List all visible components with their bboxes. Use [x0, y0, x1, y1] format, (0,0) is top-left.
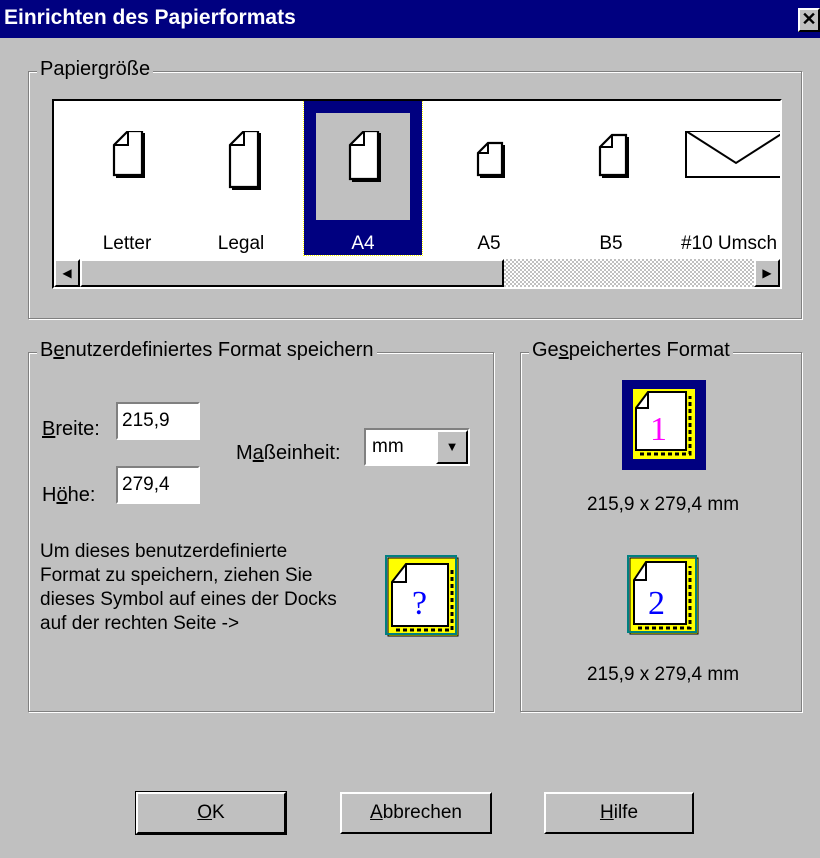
window-title: Einrichten des Papierformats — [4, 6, 296, 29]
page-icon — [112, 131, 145, 178]
paper-size-list[interactable]: Letter Legal A4 A5 B5 #10 Umsch ◀ ▶ — [52, 99, 782, 289]
scroll-left-button[interactable]: ◀ — [54, 259, 80, 287]
format-slot-1-icon: 1 — [633, 389, 695, 459]
arrow-right-icon: ▶ — [762, 266, 772, 280]
slot-number: 1 — [650, 411, 667, 448]
instruction-line: Format zu speichern, ziehen Sie — [40, 565, 313, 586]
instruction-line: dieses Symbol auf eines der Docks — [40, 589, 337, 610]
unit-dropdown-button[interactable]: ▼ — [436, 430, 468, 464]
chevron-down-icon: ▼ — [445, 439, 459, 454]
page-icon — [598, 133, 629, 178]
horizontal-scrollbar[interactable]: ◀ ▶ — [54, 259, 780, 287]
title-bar[interactable]: Einrichten des Papierformats ✕ — [0, 0, 820, 38]
paper-item-label: Legal — [217, 233, 265, 254]
saved-format-slot-1[interactable]: 1 — [622, 380, 706, 470]
paper-item-legal[interactable]: Legal — [182, 101, 300, 259]
paper-item-envelope[interactable]: #10 Umsch — [670, 101, 780, 259]
width-field[interactable]: 215,9 — [116, 402, 200, 440]
custom-format-group: Benutzerdefiniertes Format speichern — [28, 339, 494, 712]
paper-item-letter[interactable]: Letter — [68, 101, 186, 259]
question-mark: ? — [412, 585, 427, 622]
instruction-line: auf der rechten Seite -> — [40, 613, 240, 634]
envelope-icon — [685, 131, 780, 178]
page-icon — [228, 131, 261, 190]
paper-item-label: B5 — [599, 233, 623, 254]
saved-format-group-label: Gespeichertes Format — [529, 339, 733, 362]
close-icon: ✕ — [801, 9, 817, 29]
custom-format-drag-icon[interactable]: ? — [384, 554, 464, 640]
scrollbar-thumb[interactable] — [80, 259, 504, 287]
ok-button[interactable]: OK — [135, 791, 287, 835]
scroll-right-button[interactable]: ▶ — [754, 259, 780, 287]
unit-select[interactable]: mm ▼ — [364, 428, 470, 466]
help-button[interactable]: Hilfe — [544, 792, 694, 834]
paper-item-a5[interactable]: A5 — [430, 101, 548, 259]
unit-label: Maßeinheit: — [236, 442, 341, 464]
paper-item-label: A5 — [477, 233, 501, 254]
paper-item-label: Letter — [102, 233, 152, 254]
close-button[interactable]: ✕ — [798, 8, 820, 32]
paper-item-label: A4 — [351, 233, 375, 254]
unit-select-value: mm — [372, 436, 404, 457]
slot-number: 2 — [648, 585, 665, 622]
format-slot-2-icon[interactable]: 2 — [626, 554, 702, 638]
paper-item-label: #10 Umsch — [680, 233, 778, 254]
height-field[interactable]: 279,4 — [116, 466, 200, 504]
custom-format-group-label: Benutzerdefiniertes Format speichern — [37, 339, 377, 362]
instruction-line: Um dieses benutzerdefinierte — [40, 541, 288, 562]
saved-format-1-size: 215,9 x 279,4 mm — [586, 494, 740, 515]
page-icon — [476, 141, 505, 178]
arrow-left-icon: ◀ — [62, 266, 72, 280]
saved-format-2-size: 215,9 x 279,4 mm — [586, 664, 740, 685]
paper-size-group-label: Papiergröße — [37, 58, 154, 81]
width-label: Breite: — [42, 418, 100, 440]
paper-item-a4[interactable]: A4 — [303, 101, 423, 259]
page-icon — [348, 131, 381, 182]
cancel-button[interactable]: Abbrechen — [340, 792, 492, 834]
paper-item-b5[interactable]: B5 — [552, 101, 670, 259]
drag-instructions: Um dieses benutzerdefinierte Format zu s… — [40, 540, 337, 636]
height-label: Höhe: — [42, 484, 96, 506]
